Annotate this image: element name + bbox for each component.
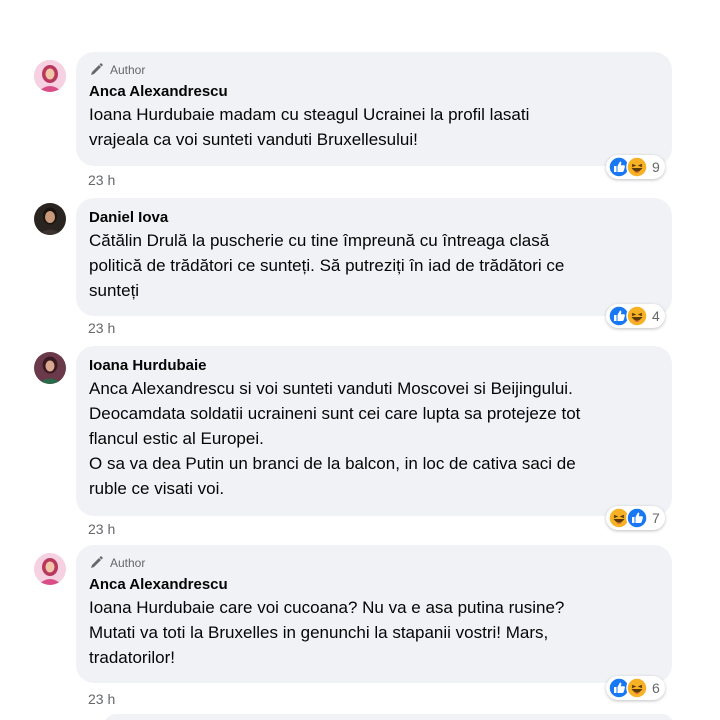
timestamp[interactable]: 23 h bbox=[88, 691, 115, 707]
reaction-summary[interactable]: 7 bbox=[606, 506, 665, 530]
reaction-count: 7 bbox=[652, 510, 660, 526]
author-badge: Author bbox=[89, 62, 660, 78]
comment-text: Cătălin Drulă la puscherie cu tine împre… bbox=[89, 231, 565, 300]
reaction-count: 6 bbox=[652, 680, 660, 696]
author-badge: Author bbox=[89, 555, 660, 571]
reaction-summary[interactable]: 6 bbox=[606, 676, 665, 700]
avatar[interactable] bbox=[34, 553, 66, 585]
comment-bubble: Author Anca Alexandrescu Ioana Hurdubaie… bbox=[76, 52, 672, 166]
comment-text: Ioana Hurdubaie madam cu steagul Ucraine… bbox=[89, 105, 530, 149]
commenter-name[interactable]: Anca Alexandrescu bbox=[89, 575, 660, 595]
avatar[interactable] bbox=[34, 352, 66, 384]
avatar-image bbox=[34, 60, 66, 92]
timestamp[interactable]: 23 h bbox=[88, 172, 115, 188]
comment-text: Anca Alexandrescu si voi sunteti vanduti… bbox=[89, 379, 581, 498]
comment-bubble: Daniel Iova Cătălin Drulă la puscherie c… bbox=[76, 198, 672, 316]
haha-icon bbox=[626, 677, 648, 699]
avatar-image bbox=[34, 203, 66, 235]
reaction-count: 4 bbox=[652, 308, 660, 324]
comment-bubble: Ioana Hurdubaie Anca Alexandrescu si voi… bbox=[76, 346, 672, 516]
like-icon bbox=[626, 507, 648, 529]
avatar-image bbox=[34, 553, 66, 585]
commenter-name[interactable]: Anca Alexandrescu bbox=[89, 82, 660, 102]
haha-icon bbox=[626, 305, 648, 327]
author-label: Author bbox=[110, 556, 146, 570]
timestamp[interactable]: 23 h bbox=[88, 320, 115, 336]
comment-text: Ioana Hurdubaie care voi cucoana? Nu va … bbox=[89, 598, 565, 667]
commenter-name[interactable]: Daniel Iova bbox=[89, 208, 660, 228]
reaction-summary[interactable]: 9 bbox=[606, 155, 665, 179]
timestamp[interactable]: 23 h bbox=[88, 521, 115, 537]
next-comment-bubble-edge bbox=[104, 714, 674, 720]
author-label: Author bbox=[110, 63, 146, 77]
avatar-image bbox=[34, 352, 66, 384]
reaction-summary[interactable]: 4 bbox=[606, 304, 665, 328]
haha-icon bbox=[626, 156, 648, 178]
commenter-name[interactable]: Ioana Hurdubaie bbox=[89, 356, 660, 376]
reaction-count: 9 bbox=[652, 159, 660, 175]
avatar[interactable] bbox=[34, 60, 66, 92]
avatar[interactable] bbox=[34, 203, 66, 235]
pen-icon bbox=[91, 556, 103, 568]
comment-bubble: Author Anca Alexandrescu Ioana Hurdubaie… bbox=[76, 545, 672, 683]
pen-icon bbox=[91, 63, 103, 75]
